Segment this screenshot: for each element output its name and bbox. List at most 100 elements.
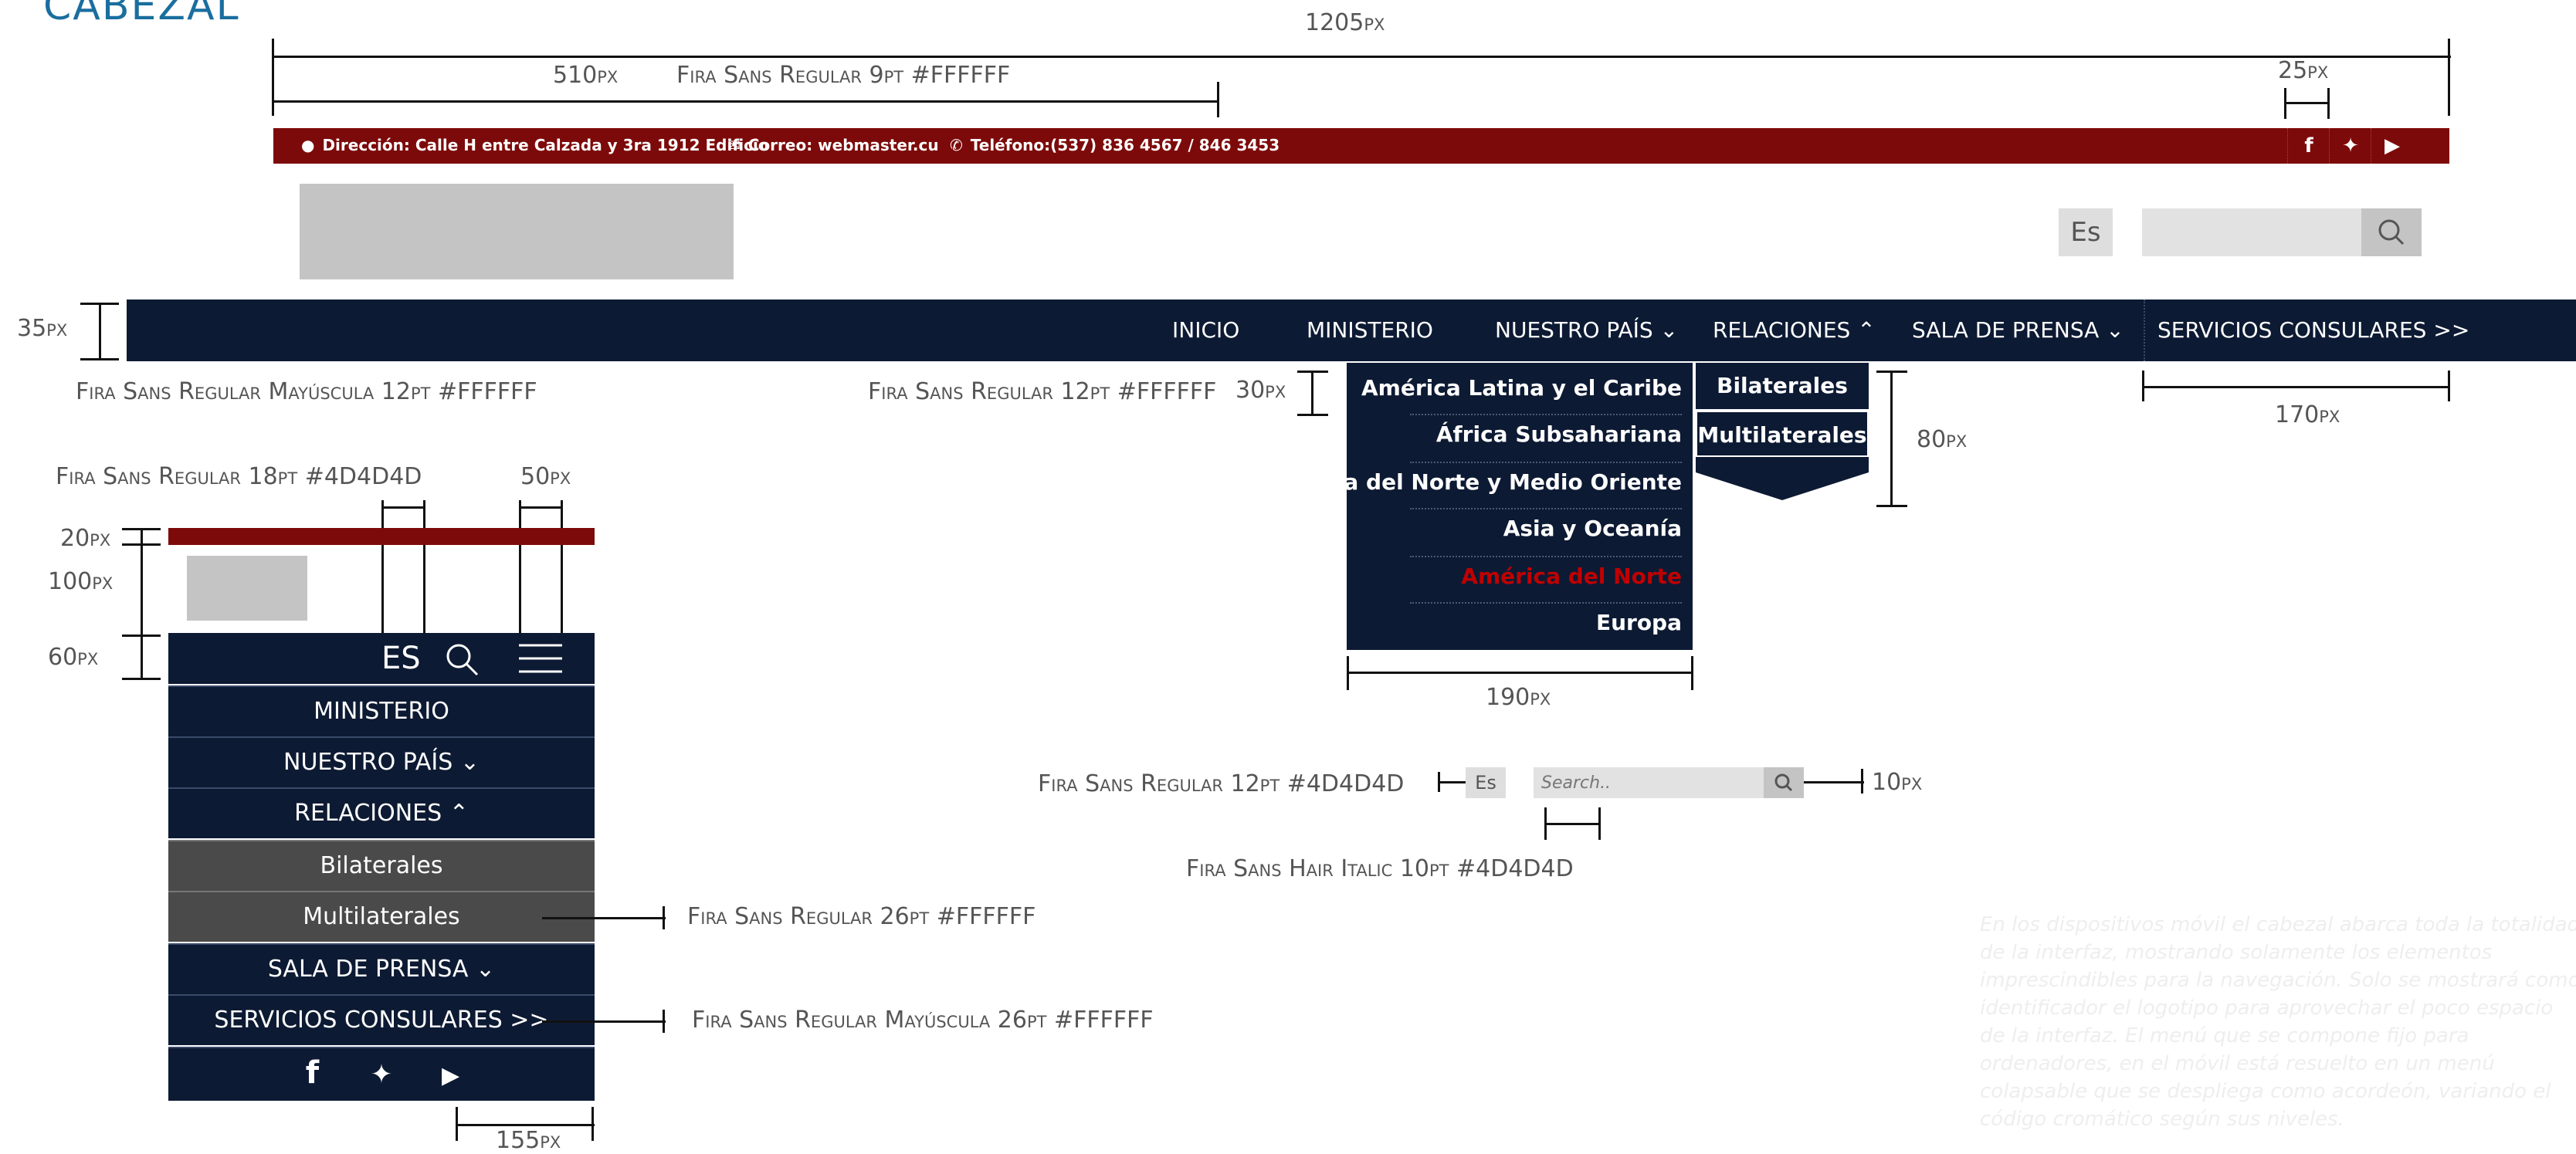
email-item[interactable]: ✉ Correo: webmaster.cu xyxy=(727,136,939,154)
dim-155: 155px xyxy=(496,1127,561,1154)
mobile-nav-label: SALA DE PRENSA xyxy=(267,956,469,983)
phone-text: Teléfono:(537) 836 4567 / 846 3453 xyxy=(970,136,1280,154)
separator xyxy=(1410,602,1682,604)
youtube-icon[interactable]: ▶ xyxy=(420,1051,482,1101)
address-text: Dirección: Calle H entre Calzada y 3ra 1… xyxy=(322,136,769,154)
dim-100: 100px xyxy=(48,568,114,595)
search-placeholder: Search.. xyxy=(1541,773,1612,793)
main-nav: INICIO MINISTERIO NUESTRO PAÍS ⌄ RELACIO… xyxy=(127,299,2576,361)
nav-label: SALA DE PRENSA xyxy=(1912,317,2100,343)
search-button[interactable] xyxy=(2361,208,2422,256)
mobile-nav-sala-de-prensa[interactable]: SALA DE PRENSA ⌄ xyxy=(168,943,595,994)
nav-item-ministerio[interactable]: MINISTERIO xyxy=(1307,299,1433,361)
address-item: ● Dirección: Calle H entre Calzada y 3ra … xyxy=(301,136,769,154)
dim-30: 30px xyxy=(1235,377,1286,404)
relaciones-dropdown: América Latina y el Caribe África Subsah… xyxy=(1287,363,1693,650)
nav-item-nuestro-pais[interactable]: NUESTRO PAÍS ⌄ xyxy=(1495,299,1678,361)
envelope-icon: ✉ xyxy=(727,136,741,154)
mobile-sub-bilaterales[interactable]: Bilaterales xyxy=(168,840,595,891)
nav-item-servicios-consulares[interactable]: SERVICIOS CONSULARES >> xyxy=(2144,299,2469,361)
submenu-item-bilaterales[interactable]: Bilaterales xyxy=(1696,363,1869,409)
mobile-nav-relaciones[interactable]: RELACIONES ⌃ xyxy=(168,787,595,838)
dim-tick xyxy=(1217,82,1219,117)
email-text: Correo: webmaster.cu xyxy=(747,136,939,154)
search-input[interactable] xyxy=(2142,208,2363,256)
chevron-up-icon: ⌃ xyxy=(449,800,469,827)
mobile-nav-servicios-consulares[interactable]: SERVICIOS CONSULARES >> xyxy=(168,994,595,1045)
dim-10: 10px xyxy=(1872,769,1923,796)
dim-tick xyxy=(1876,371,1907,373)
dim-line-1205 xyxy=(272,56,2451,58)
dim-190: 190px xyxy=(1486,684,1551,711)
logo-placeholder[interactable] xyxy=(300,184,734,279)
mobile-nav-ministerio[interactable]: MINISTERIO xyxy=(168,685,595,736)
mobile-search-icon[interactable] xyxy=(442,642,483,676)
font-topbar-note: Fira Sans Regular 9pt #FFFFFF xyxy=(676,62,1011,89)
font-dropdown-note: Fira Sans Regular 12pt #FFFFFF xyxy=(868,378,1217,405)
twitter-icon[interactable]: ✦ xyxy=(351,1050,412,1099)
small-search-input[interactable]: Search.. xyxy=(1534,767,1765,798)
dim-tick xyxy=(1347,656,1349,690)
mobile-sub-multilaterales[interactable]: Multilaterales xyxy=(168,891,595,942)
youtube-icon[interactable]: ▶ xyxy=(2371,128,2413,164)
facebook-icon[interactable]: f xyxy=(281,1048,343,1098)
location-pin-icon: ● xyxy=(301,136,315,154)
nav-item-sala-de-prensa[interactable]: SALA DE PRENSA ⌄ xyxy=(1912,299,2124,361)
dim-tick xyxy=(2284,88,2286,119)
phone-item: ✆ Teléfono:(537) 836 4567 / 846 3453 xyxy=(950,136,1280,154)
dim-tick xyxy=(1544,807,1547,840)
mobile-nav-label: NUESTRO PAÍS xyxy=(283,749,453,776)
dim-tick xyxy=(2448,371,2450,401)
dim-tick xyxy=(122,543,161,546)
dim-line-sub xyxy=(542,917,666,919)
dim-tick xyxy=(272,39,274,116)
dropdown-item[interactable]: Asia y Oceanía xyxy=(1503,516,1682,541)
language-button[interactable]: Es xyxy=(2059,208,2113,256)
dropdown-item[interactable]: Europa xyxy=(1596,610,1682,635)
nav-label: NUESTRO PAÍS xyxy=(1495,317,1653,343)
dim-tick xyxy=(122,528,161,530)
mobile-language-button[interactable]: ES xyxy=(381,641,421,676)
topbar: ● Dirección: Calle H entre Calzada y 3ra … xyxy=(273,128,2449,164)
nav-item-inicio[interactable]: INICIO xyxy=(1172,299,1239,361)
chevron-down-icon: ⌄ xyxy=(459,749,480,776)
separator xyxy=(1410,556,1682,557)
search-icon xyxy=(1774,773,1793,792)
submenu-pointer xyxy=(1696,457,1869,500)
dim-20: 20px xyxy=(60,525,111,552)
dim-50: 50px xyxy=(520,463,571,490)
font-mobile-nav-note: Fira Sans Regular Mayúscula 26pt #FFFFFF xyxy=(692,1007,1154,1034)
mobile-topbar xyxy=(168,528,595,545)
dim-tick xyxy=(663,1010,665,1033)
facebook-icon[interactable]: f xyxy=(2287,128,2330,164)
dim-tick xyxy=(456,1107,458,1141)
dropdown-item[interactable]: África del Norte y Medio Oriente xyxy=(1287,469,1682,495)
dim-60: 60px xyxy=(48,644,99,671)
font-mobile-sub-note: Fira Sans Regular 26pt #FFFFFF xyxy=(687,903,1036,930)
nav-item-relaciones[interactable]: RELACIONES ⌃ xyxy=(1713,299,1876,361)
dropdown-item[interactable]: África Subsahariana xyxy=(1436,421,1682,447)
small-search-button[interactable] xyxy=(1764,767,1804,798)
dim-tick xyxy=(1297,414,1328,416)
dim-tick xyxy=(591,1107,594,1141)
separator xyxy=(1410,462,1682,463)
submenu-item-multilaterales[interactable]: Multilaterales xyxy=(1696,411,1869,457)
dim-tick xyxy=(2327,88,2330,119)
mobile-header: ES xyxy=(168,633,595,684)
mobile-logo-placeholder[interactable] xyxy=(187,556,307,621)
dim-tick xyxy=(1598,807,1601,840)
font-mobile-lang-note: Fira Sans Regular 18pt #4D4D4D xyxy=(56,463,422,490)
dropdown-item-active[interactable]: América del Norte xyxy=(1461,563,1682,589)
dim-tick xyxy=(519,506,562,509)
search-icon xyxy=(2378,219,2405,245)
chevron-down-icon: ⌄ xyxy=(476,956,496,983)
small-language-button[interactable]: Es xyxy=(1466,767,1506,798)
dim-tick xyxy=(1297,371,1328,373)
separator xyxy=(1410,414,1682,415)
dim-tick xyxy=(122,635,161,637)
dim-line-10 xyxy=(1804,781,1864,783)
mobile-nav-nuestro-pais[interactable]: NUESTRO PAÍS ⌄ xyxy=(168,736,595,787)
twitter-icon[interactable]: ✦ xyxy=(2329,128,2371,164)
hamburger-menu-icon[interactable] xyxy=(517,641,564,676)
dropdown-item[interactable]: América Latina y el Caribe xyxy=(1361,375,1682,401)
